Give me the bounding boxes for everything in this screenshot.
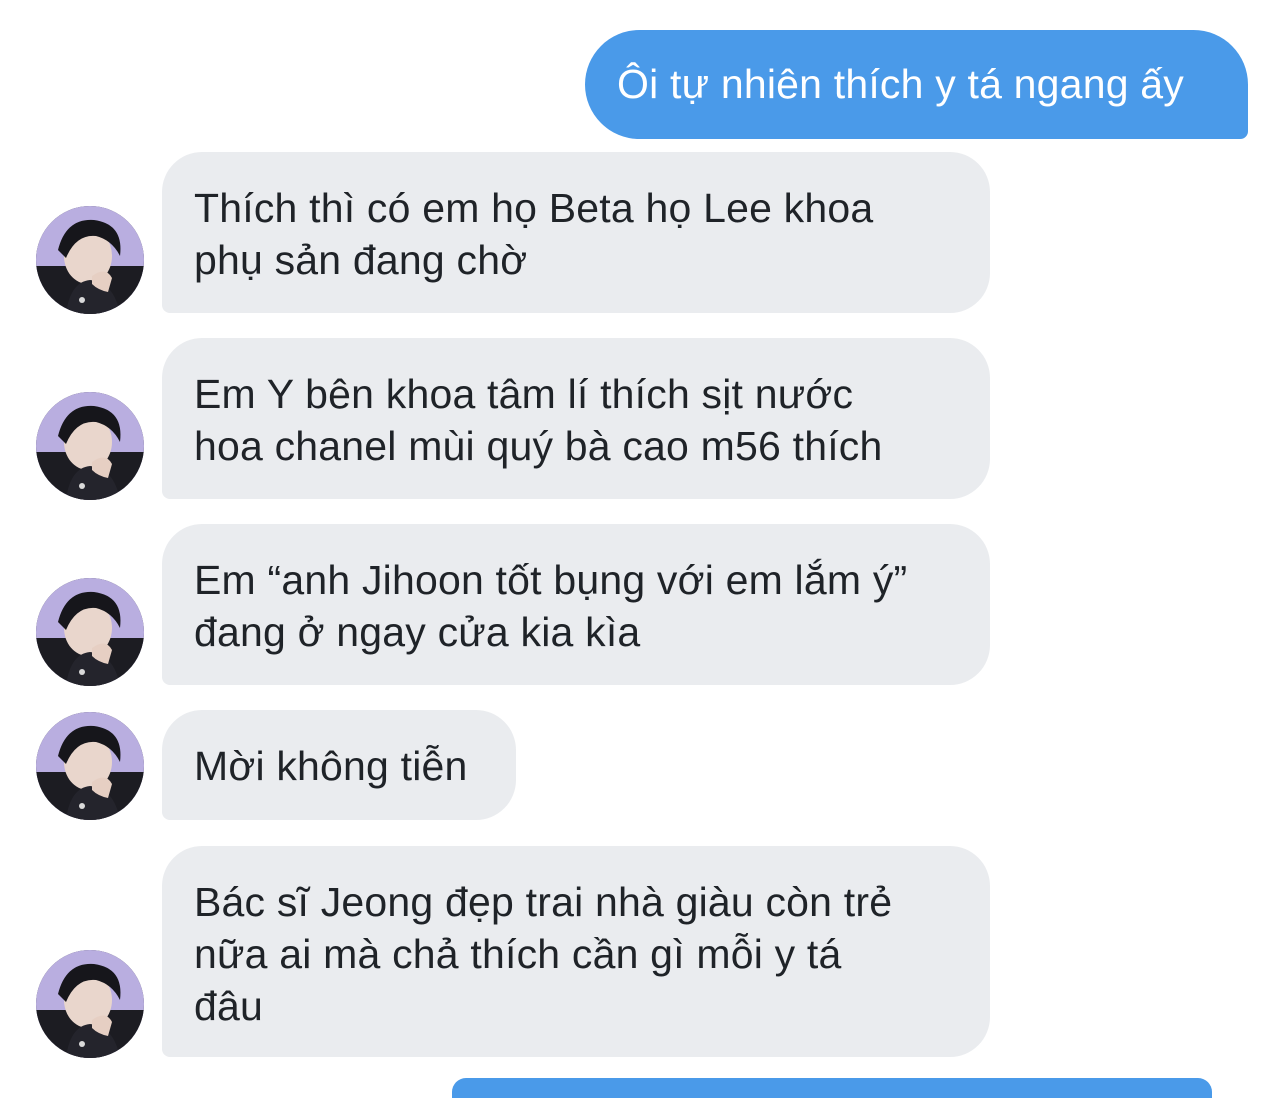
message-line: hoa chanel mùi quý bà cao m56 thích [194, 423, 883, 469]
received-message-bubble[interactable]: Em “anh Jihoon tốt bụng với em lắm ý” đa… [162, 524, 990, 685]
contact-avatar[interactable] [36, 206, 144, 314]
message-line: Em “anh Jihoon tốt bụng với em lắm ý” [194, 557, 908, 603]
received-message-bubble[interactable]: Thích thì có em họ Beta họ Lee khoa phụ … [162, 152, 990, 313]
received-message-bubble[interactable]: Em Y bên khoa tâm lí thích sịt nước hoa … [162, 338, 990, 499]
message-line: nữa ai mà chả thích cần gì mỗi y tá [194, 931, 842, 977]
chat-thread: Ôi tự nhiên thích y tá ngang ấy Thích th… [0, 0, 1284, 1098]
message-line: Em Y bên khoa tâm lí thích sịt nước [194, 371, 854, 417]
message-line: Bác sĩ Jeong đẹp trai nhà giàu còn trẻ [194, 879, 893, 925]
message-line: Thích thì có em họ Beta họ Lee khoa [194, 185, 874, 231]
avatar-photo-icon [36, 712, 144, 820]
message-line: đang ở ngay cửa kia kìa [194, 609, 641, 655]
message-text: Ôi tự nhiên thích y tá ngang ấy [617, 61, 1184, 107]
message-line: phụ sản đang chờ [194, 237, 528, 283]
avatar-photo-icon [36, 950, 144, 1058]
sent-message-bubble[interactable]: Ôi tự nhiên thích y tá ngang ấy [585, 30, 1248, 139]
sent-message-bubble-partial[interactable] [452, 1078, 1212, 1098]
received-message-bubble[interactable]: Bác sĩ Jeong đẹp trai nhà giàu còn trẻ n… [162, 846, 990, 1057]
avatar-photo-icon [36, 206, 144, 314]
message-line: Mời không tiễn [194, 743, 468, 789]
contact-avatar[interactable] [36, 950, 144, 1058]
avatar-photo-icon [36, 578, 144, 686]
contact-avatar[interactable] [36, 578, 144, 686]
received-message-bubble[interactable]: Mời không tiễn [162, 710, 516, 820]
contact-avatar[interactable] [36, 712, 144, 820]
message-line: đâu [194, 983, 264, 1029]
contact-avatar[interactable] [36, 392, 144, 500]
avatar-photo-icon [36, 392, 144, 500]
